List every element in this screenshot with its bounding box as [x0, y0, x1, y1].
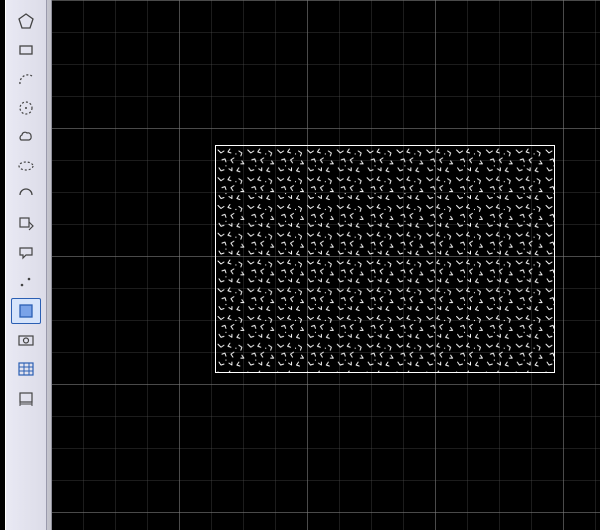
text-speech-icon	[17, 244, 35, 262]
spline-tool[interactable]	[11, 124, 41, 150]
dimension-icon	[17, 389, 35, 407]
block-icon	[17, 215, 35, 233]
polygon-tool[interactable]	[11, 8, 41, 34]
table-icon	[17, 360, 35, 378]
hatch-pattern	[216, 146, 554, 372]
open-arc-icon	[17, 186, 35, 204]
cloud-icon	[17, 128, 35, 146]
polyline-tool[interactable]	[11, 182, 41, 208]
circle-icon	[17, 99, 35, 117]
drawing-canvas[interactable]	[51, 0, 600, 530]
rectangle-tool[interactable]	[11, 37, 41, 63]
image-tool[interactable]	[11, 327, 41, 353]
draw-toolbar	[5, 0, 47, 530]
hatch-entity[interactable]	[215, 145, 555, 373]
hatch-tool[interactable]	[11, 298, 41, 324]
points-icon	[17, 273, 35, 291]
ellipse-tool[interactable]	[11, 153, 41, 179]
arc-icon	[17, 70, 35, 88]
camera-icon	[17, 331, 35, 349]
rectangle-icon	[17, 41, 35, 59]
hatch-icon	[17, 302, 35, 320]
arc-tool[interactable]	[11, 66, 41, 92]
dimension-tool[interactable]	[11, 385, 41, 411]
point-tool[interactable]	[11, 269, 41, 295]
block-insert-tool[interactable]	[11, 211, 41, 237]
circle-tool[interactable]	[11, 95, 41, 121]
table-tool[interactable]	[11, 356, 41, 382]
text-tool[interactable]	[11, 240, 41, 266]
pentagon-icon	[17, 12, 35, 30]
ellipse-icon	[17, 157, 35, 175]
draw-toolbar-inner	[6, 0, 46, 530]
